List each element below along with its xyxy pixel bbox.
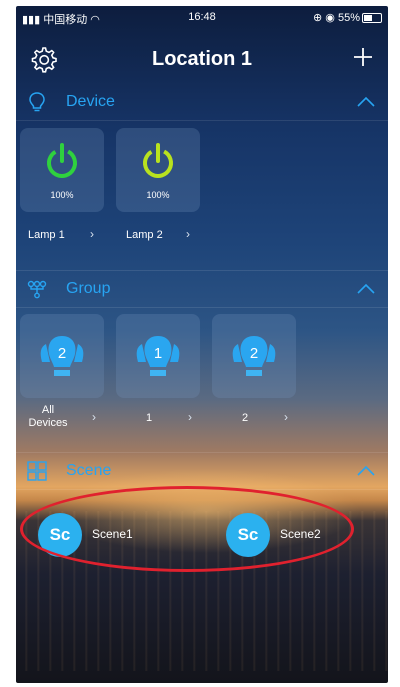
device-label-lamp1[interactable]: Lamp 1 — [28, 229, 65, 241]
lightbulb-group-icon: 1 — [136, 336, 180, 376]
scene-item-scene1[interactable]: Sc Scene1 — [38, 513, 158, 557]
scene-section-title: Scene — [66, 462, 112, 479]
chevron-right-icon[interactable]: › — [92, 410, 96, 424]
status-right: ⊕ ◉ 55% — [313, 11, 360, 24]
chevron-right-icon[interactable]: › — [186, 227, 190, 241]
chevron-right-icon[interactable]: › — [188, 410, 192, 424]
group-tile-1[interactable]: 1 — [116, 314, 200, 398]
phone-screen: ▮▮▮ 中国移动 ◠ 16:48 ⊕ ◉ 55% Location 1 Devi… — [16, 6, 388, 683]
scene-grid-icon — [27, 461, 47, 481]
alarm-icon: ◉ — [325, 12, 335, 24]
group-count: 2 — [250, 345, 258, 362]
power-icon[interactable] — [116, 128, 200, 190]
device-tile-lamp2[interactable]: 100% — [116, 128, 200, 212]
group-section-title: Group — [66, 280, 111, 297]
lightbulb-group-icon: 2 — [40, 336, 84, 376]
scene-label[interactable]: Scene1 — [92, 527, 133, 541]
plus-icon[interactable] — [348, 42, 378, 72]
group-label-all-devices[interactable]: All Devices — [26, 404, 70, 430]
group-network-icon — [27, 280, 47, 299]
battery-fill — [364, 15, 372, 21]
lock-rotation-icon: ⊕ — [313, 12, 323, 24]
group-count: 1 — [154, 345, 162, 362]
group-tile-all-devices[interactable]: 2 — [20, 314, 104, 398]
device-section-title: Device — [66, 93, 115, 110]
navigation-bar: Location 1 — [16, 30, 388, 80]
group-label-1[interactable]: 1 — [146, 412, 152, 424]
chevron-up-icon[interactable] — [356, 95, 376, 109]
device-section-header[interactable]: Device — [16, 84, 388, 121]
scene-item-scene2[interactable]: Sc Scene2 — [226, 513, 346, 557]
device-level: 100% — [50, 190, 74, 200]
chevron-up-icon[interactable] — [356, 282, 376, 296]
chevron-right-icon[interactable]: › — [284, 410, 288, 424]
power-icon[interactable] — [20, 128, 104, 190]
scene-section-header[interactable]: Scene — [16, 452, 388, 490]
scene-label[interactable]: Scene2 — [280, 527, 321, 541]
lightbulb-outline-icon — [29, 92, 45, 112]
device-level: 100% — [146, 190, 170, 200]
battery-icon — [362, 13, 382, 23]
device-tile-lamp1[interactable]: 100% — [20, 128, 104, 212]
scene-badge[interactable]: Sc — [226, 513, 270, 557]
group-tile-2[interactable]: 2 — [212, 314, 296, 398]
page-title: Location 1 — [151, 48, 252, 70]
battery-percent: 55% — [337, 12, 360, 24]
group-section-header[interactable]: Group — [16, 270, 388, 308]
scene-badge[interactable]: Sc — [38, 513, 82, 557]
device-label-lamp2[interactable]: Lamp 2 — [126, 229, 163, 241]
chevron-right-icon[interactable]: › — [90, 227, 94, 241]
chevron-up-icon[interactable] — [356, 464, 376, 478]
group-count: 2 — [58, 345, 66, 362]
status-bar: ▮▮▮ 中国移动 ◠ 16:48 ⊕ ◉ 55% — [16, 6, 388, 28]
lightbulb-group-icon: 2 — [232, 336, 276, 376]
group-label-2[interactable]: 2 — [242, 412, 248, 424]
